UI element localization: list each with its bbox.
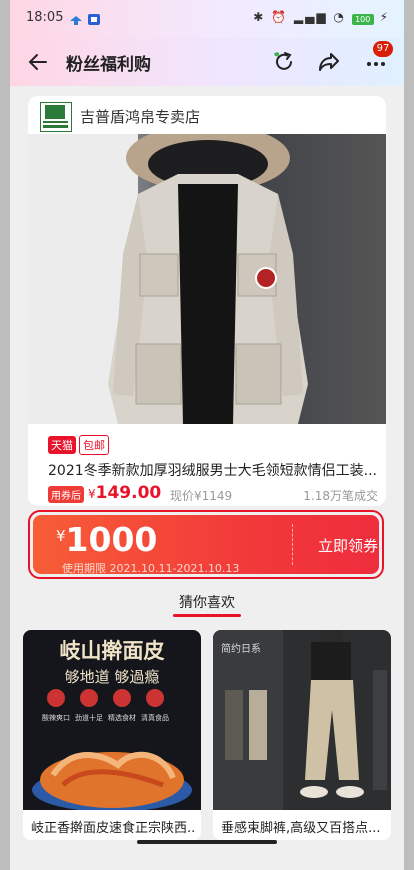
image-text-brand: 简约日系: [221, 642, 261, 655]
price-row: 用券后 ¥149.00 现价¥1149 1.18万笔成交: [48, 483, 378, 505]
bluetooth-icon: ✱: [253, 10, 266, 24]
recommend-heading: 猜你喜欢: [179, 595, 235, 611]
coupon-validity: 使用期限 2021.10.11-2021.10.13: [62, 562, 240, 575]
app-screen: 18:05 ✱ ⏰ ▂▄▆ ◔ 100 ⚡ 粉丝福利购 97 吉普盾鸿帛专卖店 …: [10, 0, 404, 870]
store-logo: [40, 102, 72, 132]
wifi-icon: ◔: [333, 10, 346, 24]
image-text-subtitle: 够地道 够過瘾: [65, 668, 160, 686]
product-image-down-jacket[interactable]: [28, 134, 386, 424]
back-arrow-icon[interactable]: [26, 50, 50, 74]
recommend-item-title: 垂感束脚裤,高级又百搭点...: [221, 821, 381, 836]
recommend-item[interactable]: 岐山擀面皮 够地道 够過瘾 酸辣爽口 劲道十足 精选食材 清真食品 岐正香擀面皮…: [23, 630, 201, 840]
coupon-divider: [292, 524, 293, 565]
badge-text-3: 精选食材: [108, 713, 136, 722]
store-header[interactable]: 吉普盾鸿帛专卖店: [28, 96, 386, 134]
coupon-banner[interactable]: ¥1000 使用期限 2021.10.11-2021.10.13 立即领券: [28, 510, 384, 579]
badge-text-2: 劲道十足: [75, 713, 103, 722]
after-coupon-price: ¥149.00: [88, 483, 162, 503]
store-name: 吉普盾鸿帛专卖店: [80, 108, 201, 126]
charging-icon: ⚡: [379, 10, 390, 24]
claim-coupon-button[interactable]: 立即领券: [318, 535, 378, 556]
recommend-item[interactable]: 简约日系 垂感束脚裤,高级又百搭点...: [213, 630, 391, 840]
status-bar: 18:05 ✱ ⏰ ▂▄▆ ◔ 100 ⚡: [10, 0, 404, 38]
free-shipping-tag: 包邮: [79, 435, 109, 455]
alarm-icon: ⏰: [271, 10, 289, 24]
sales-count: 1.18万笔成交: [303, 489, 378, 503]
pants-product-image: 简约日系: [213, 630, 391, 810]
image-text-title: 岐山擀面皮: [60, 639, 165, 663]
status-right: ✱ ⏰ ▂▄▆ ◔ 100 ⚡: [253, 10, 390, 25]
share-icon[interactable]: [317, 50, 341, 74]
noodle-product-image: 岐山擀面皮 够地道 够過瘾 酸辣爽口 劲道十足 精选食材 清真食品: [23, 630, 201, 810]
badge-text-4: 清真食品: [141, 713, 169, 722]
current-price: 现价¥1149: [170, 489, 233, 503]
page-title: 粉丝福利购: [66, 55, 151, 75]
battery-icon: 100: [351, 14, 374, 25]
after-coupon-label: 用券后: [48, 486, 84, 503]
coupon-amount: ¥1000: [56, 520, 158, 559]
signal-icon: ▂▄▆: [293, 10, 328, 24]
product-card[interactable]: 吉普盾鸿帛专卖店 天猫 包邮 2021冬季新款加厚羽绒服男士大毛领短款情侣工装.…: [28, 96, 386, 506]
recommend-underline: [173, 614, 241, 617]
product-tags: 天猫 包邮: [48, 434, 112, 455]
top-nav-bar: 粉丝福利购 97: [10, 38, 404, 86]
product-title: 2021冬季新款加厚羽绒服男士大毛领短款情侣工装...: [48, 463, 377, 479]
tmall-tag: 天猫: [48, 436, 76, 454]
badge-text-1: 酸辣爽口: [42, 713, 70, 722]
recommend-item-title: 岐正香擀面皮速食正宗陕西...: [31, 821, 195, 836]
refresh-icon[interactable]: [272, 50, 296, 74]
app-notification-icon: [70, 14, 100, 25]
notification-icons: [68, 11, 104, 30]
home-indicator[interactable]: [137, 840, 277, 844]
message-count-badge: 97: [373, 41, 393, 57]
status-time: 18:05: [26, 10, 64, 25]
